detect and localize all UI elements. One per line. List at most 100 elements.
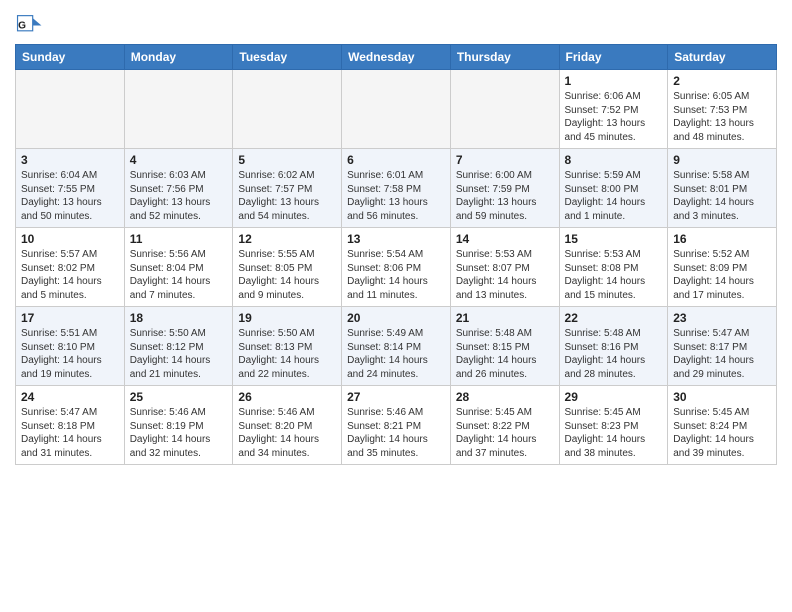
calendar-cell: [124, 70, 233, 149]
day-info: Sunrise: 5:48 AMSunset: 8:15 PMDaylight:…: [456, 327, 554, 381]
week-row-2: 3 Sunrise: 6:04 AMSunset: 7:55 PMDaylight…: [16, 149, 777, 228]
day-info: Sunrise: 5:47 AMSunset: 8:17 PMDaylight:…: [673, 327, 771, 381]
col-header-wednesday: Wednesday: [342, 45, 451, 70]
calendar-cell: 23 Sunrise: 5:47 AMSunset: 8:17 PMDayligh…: [668, 307, 777, 386]
col-header-monday: Monday: [124, 45, 233, 70]
calendar-cell: 25 Sunrise: 5:46 AMSunset: 8:19 PMDayligh…: [124, 386, 233, 465]
day-info: Sunrise: 6:06 AMSunset: 7:52 PMDaylight:…: [565, 90, 663, 144]
day-info: Sunrise: 6:03 AMSunset: 7:56 PMDaylight:…: [130, 169, 228, 223]
calendar-cell: 3 Sunrise: 6:04 AMSunset: 7:55 PMDaylight…: [16, 149, 125, 228]
day-number: 17: [21, 311, 119, 325]
calendar-cell: 6 Sunrise: 6:01 AMSunset: 7:58 PMDaylight…: [342, 149, 451, 228]
col-header-tuesday: Tuesday: [233, 45, 342, 70]
calendar-cell: 17 Sunrise: 5:51 AMSunset: 8:10 PMDayligh…: [16, 307, 125, 386]
calendar-cell: 20Sunrise: 5:49 AMSunset: 8:14 PMDayligh…: [342, 307, 451, 386]
day-info: Sunrise: 5:50 AMSunset: 8:13 PMDaylight:…: [238, 327, 336, 381]
day-number: 23: [673, 311, 771, 325]
day-number: 30: [673, 390, 771, 404]
day-info: Sunrise: 6:02 AMSunset: 7:57 PMDaylight:…: [238, 169, 336, 223]
day-info: Sunrise: 5:53 AMSunset: 8:08 PMDaylight:…: [565, 248, 663, 302]
day-info: Sunrise: 5:52 AMSunset: 8:09 PMDaylight:…: [673, 248, 771, 302]
day-info: Sunrise: 5:54 AMSunset: 8:06 PMDaylight:…: [347, 248, 445, 302]
col-header-saturday: Saturday: [668, 45, 777, 70]
day-info: Sunrise: 6:00 AMSunset: 7:59 PMDaylight:…: [456, 169, 554, 223]
week-row-4: 17 Sunrise: 5:51 AMSunset: 8:10 PMDayligh…: [16, 307, 777, 386]
calendar-cell: 27 Sunrise: 5:46 AMSunset: 8:21 PMDayligh…: [342, 386, 451, 465]
day-number: 10: [21, 232, 119, 246]
logo: G: [15, 10, 47, 38]
day-info: Sunrise: 5:51 AMSunset: 8:10 PMDaylight:…: [21, 327, 119, 381]
calendar-cell: 13 Sunrise: 5:54 AMSunset: 8:06 PMDayligh…: [342, 228, 451, 307]
day-info: Sunrise: 5:53 AMSunset: 8:07 PMDaylight:…: [456, 248, 554, 302]
calendar-cell: 29Sunrise: 5:45 AMSunset: 8:23 PMDayligh…: [559, 386, 668, 465]
day-number: 25: [130, 390, 228, 404]
col-header-sunday: Sunday: [16, 45, 125, 70]
day-info: Sunrise: 5:45 AMSunset: 8:23 PMDaylight:…: [565, 406, 663, 460]
day-info: Sunrise: 5:49 AMSunset: 8:14 PMDaylight:…: [347, 327, 445, 381]
day-info: Sunrise: 6:01 AMSunset: 7:58 PMDaylight:…: [347, 169, 445, 223]
day-number: 5: [238, 153, 336, 167]
calendar-cell: 22Sunrise: 5:48 AMSunset: 8:16 PMDayligh…: [559, 307, 668, 386]
day-info: Sunrise: 5:56 AMSunset: 8:04 PMDaylight:…: [130, 248, 228, 302]
calendar-cell: 12 Sunrise: 5:55 AMSunset: 8:05 PMDayligh…: [233, 228, 342, 307]
week-row-3: 10Sunrise: 5:57 AMSunset: 8:02 PMDayligh…: [16, 228, 777, 307]
day-number: 8: [565, 153, 663, 167]
calendar-cell: 2Sunrise: 6:05 AMSunset: 7:53 PMDaylight…: [668, 70, 777, 149]
calendar-cell: 24 Sunrise: 5:47 AMSunset: 8:18 PMDayligh…: [16, 386, 125, 465]
calendar-cell: 16 Sunrise: 5:52 AMSunset: 8:09 PMDayligh…: [668, 228, 777, 307]
day-number: 11: [130, 232, 228, 246]
calendar-cell: [16, 70, 125, 149]
day-number: 9: [673, 153, 771, 167]
calendar-cell: 5 Sunrise: 6:02 AMSunset: 7:57 PMDaylight…: [233, 149, 342, 228]
day-info: Sunrise: 5:55 AMSunset: 8:05 PMDaylight:…: [238, 248, 336, 302]
day-number: 18: [130, 311, 228, 325]
day-info: Sunrise: 5:46 AMSunset: 8:21 PMDaylight:…: [347, 406, 445, 460]
header: G: [15, 10, 777, 38]
day-info: Sunrise: 5:45 AMSunset: 8:22 PMDaylight:…: [456, 406, 554, 460]
day-info: Sunrise: 5:46 AMSunset: 8:19 PMDaylight:…: [130, 406, 228, 460]
day-number: 21: [456, 311, 554, 325]
day-info: Sunrise: 5:59 AMSunset: 8:00 PMDaylight:…: [565, 169, 663, 223]
calendar-cell: [233, 70, 342, 149]
day-number: 22: [565, 311, 663, 325]
calendar-header-row: SundayMondayTuesdayWednesdayThursdayFrid…: [16, 45, 777, 70]
day-info: Sunrise: 5:45 AMSunset: 8:24 PMDaylight:…: [673, 406, 771, 460]
calendar-cell: 21 Sunrise: 5:48 AMSunset: 8:15 PMDayligh…: [450, 307, 559, 386]
day-number: 26: [238, 390, 336, 404]
calendar-cell: [342, 70, 451, 149]
day-number: 1: [565, 74, 663, 88]
day-number: 27: [347, 390, 445, 404]
week-row-1: 1 Sunrise: 6:06 AMSunset: 7:52 PMDaylight…: [16, 70, 777, 149]
day-info: Sunrise: 5:46 AMSunset: 8:20 PMDaylight:…: [238, 406, 336, 460]
calendar-cell: 7Sunrise: 6:00 AMSunset: 7:59 PMDaylight…: [450, 149, 559, 228]
day-number: 16: [673, 232, 771, 246]
day-number: 14: [456, 232, 554, 246]
day-number: 24: [21, 390, 119, 404]
calendar-cell: 10Sunrise: 5:57 AMSunset: 8:02 PMDayligh…: [16, 228, 125, 307]
col-header-thursday: Thursday: [450, 45, 559, 70]
calendar-cell: 9 Sunrise: 5:58 AMSunset: 8:01 PMDaylight…: [668, 149, 777, 228]
day-info: Sunrise: 5:58 AMSunset: 8:01 PMDaylight:…: [673, 169, 771, 223]
day-number: 4: [130, 153, 228, 167]
calendar-cell: 14 Sunrise: 5:53 AMSunset: 8:07 PMDayligh…: [450, 228, 559, 307]
col-header-friday: Friday: [559, 45, 668, 70]
day-number: 3: [21, 153, 119, 167]
logo-icon: G: [15, 10, 43, 38]
day-number: 12: [238, 232, 336, 246]
day-info: Sunrise: 6:04 AMSunset: 7:55 PMDaylight:…: [21, 169, 119, 223]
day-number: 19: [238, 311, 336, 325]
calendar-cell: 4 Sunrise: 6:03 AMSunset: 7:56 PMDaylight…: [124, 149, 233, 228]
day-info: Sunrise: 6:05 AMSunset: 7:53 PMDaylight:…: [673, 90, 771, 144]
calendar-cell: 11 Sunrise: 5:56 AMSunset: 8:04 PMDayligh…: [124, 228, 233, 307]
week-row-5: 24 Sunrise: 5:47 AMSunset: 8:18 PMDayligh…: [16, 386, 777, 465]
day-number: 28: [456, 390, 554, 404]
day-number: 13: [347, 232, 445, 246]
calendar-cell: [450, 70, 559, 149]
day-info: Sunrise: 5:47 AMSunset: 8:18 PMDaylight:…: [21, 406, 119, 460]
page: G SundayMondayTuesdayWednesdayThursdayFr…: [0, 0, 792, 475]
calendar-cell: 26 Sunrise: 5:46 AMSunset: 8:20 PMDayligh…: [233, 386, 342, 465]
calendar-cell: 8 Sunrise: 5:59 AMSunset: 8:00 PMDaylight…: [559, 149, 668, 228]
day-info: Sunrise: 5:50 AMSunset: 8:12 PMDaylight:…: [130, 327, 228, 381]
calendar-cell: 18 Sunrise: 5:50 AMSunset: 8:12 PMDayligh…: [124, 307, 233, 386]
day-number: 6: [347, 153, 445, 167]
